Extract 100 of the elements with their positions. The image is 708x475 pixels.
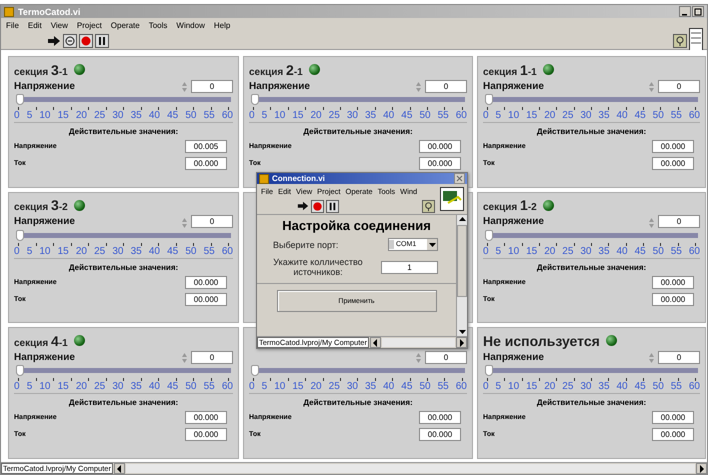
scale-label: 15 — [292, 381, 304, 392]
scale-label: 30 — [580, 381, 592, 392]
menu-item[interactable]: Help — [214, 21, 230, 30]
scale-label: 30 — [346, 381, 358, 392]
scale-label: 55 — [204, 381, 215, 392]
slider-thumb[interactable] — [251, 365, 259, 376]
voltage-setpoint-field[interactable]: 0 — [658, 215, 700, 228]
scale-label: 15 — [526, 381, 538, 392]
scale-label: 20 — [76, 381, 87, 392]
slider-thumb[interactable] — [251, 94, 259, 105]
readings-heading: Действительные значения: — [302, 398, 414, 408]
scroll-right-button[interactable] — [456, 337, 467, 348]
scroll-left-button[interactable] — [370, 337, 381, 348]
scale-label: 5 — [26, 381, 32, 392]
slider-track[interactable] — [251, 94, 465, 105]
voltage-setpoint-field[interactable]: 0 — [658, 80, 700, 92]
voltage-setpoint-field[interactable]: 0 — [658, 350, 700, 364]
scale-label: 35 — [598, 110, 610, 121]
slider-track[interactable] — [16, 94, 231, 105]
menu-item[interactable]: Tools — [148, 21, 168, 30]
scroll-right-button[interactable] — [696, 463, 707, 474]
scale-label: 5 — [26, 110, 32, 121]
voltage-setpoint-field[interactable]: 0 — [191, 80, 233, 92]
scale-label: 45 — [167, 246, 178, 257]
left-arrow-icon[interactable] — [372, 338, 378, 346]
scale-label: 10 — [508, 246, 520, 257]
scale-label: 55 — [204, 110, 215, 121]
right-arrow-icon[interactable] — [458, 338, 464, 346]
reading-value: 00.000 — [185, 157, 227, 170]
stop-icon[interactable] — [79, 34, 93, 48]
pause-icon[interactable] — [326, 200, 339, 212]
stop-icon[interactable] — [311, 200, 324, 212]
menu-item[interactable]: Operate — [110, 21, 140, 30]
slider-thumb[interactable] — [485, 230, 493, 241]
scale-label: 5 — [496, 246, 502, 257]
readings-heading: Действительные значения: — [68, 262, 180, 272]
scale-label: 20 — [544, 110, 556, 121]
slider-thumb[interactable] — [485, 365, 493, 376]
scale-label: 0 — [483, 246, 489, 257]
right-arrow-icon[interactable] — [698, 464, 704, 472]
scale-label: 15 — [58, 110, 69, 121]
menu-item[interactable]: Window — [176, 21, 205, 30]
scale-label: 60 — [456, 381, 467, 392]
scale-label: 30 — [580, 110, 592, 121]
scale-label: 25 — [94, 381, 106, 392]
run-arrow-icon[interactable] — [47, 34, 61, 48]
scale-label: 10 — [508, 110, 520, 121]
scale-label: 50 — [185, 381, 196, 392]
scale-label: 20 — [310, 381, 322, 392]
reading-value: 00.000 — [419, 411, 461, 424]
section-title: Не используется — [483, 332, 600, 349]
help-icon[interactable] — [422, 200, 435, 212]
horizontal-scrollbar[interactable] — [126, 464, 695, 473]
scale-label: 40 — [148, 110, 160, 121]
voltage-label: Напряжение — [249, 80, 311, 92]
readings-heading: Действительные значения: — [68, 398, 180, 408]
menu-item[interactable]: File — [6, 21, 19, 30]
voltage-setpoint-field[interactable]: 0 — [191, 350, 233, 364]
count-field[interactable]: 1 — [381, 260, 438, 274]
reading-value: 00.000 — [652, 157, 694, 170]
slider-thumb[interactable] — [16, 365, 24, 376]
dropdown-arrow-icon[interactable] — [428, 242, 436, 246]
up-arrow-icon[interactable] — [458, 217, 466, 221]
voltage-label: Напряжение — [14, 216, 76, 228]
reading-value: 00.000 — [419, 140, 461, 153]
scale-label: 60 — [222, 110, 233, 121]
reading-value: 00.005 — [185, 140, 227, 153]
scale-label: 0 — [14, 110, 20, 121]
scale-label: 15 — [58, 246, 69, 257]
scale-label: 20 — [544, 246, 556, 257]
scale-label: 35 — [130, 246, 142, 257]
slider-thumb[interactable] — [485, 94, 493, 105]
scale-label: 55 — [438, 110, 449, 121]
scroll-left-button[interactable] — [114, 463, 125, 474]
run-arrow-icon[interactable] — [297, 200, 309, 212]
reading-value: 00.000 — [185, 276, 227, 289]
pause-icon[interactable] — [95, 34, 109, 48]
vertical-scrollbar[interactable] — [456, 215, 467, 336]
scale-label: 15 — [58, 381, 69, 392]
menu-item[interactable]: Edit — [28, 21, 42, 30]
left-arrow-icon[interactable] — [116, 464, 122, 472]
scale-label: 30 — [346, 110, 358, 121]
readings-heading: Действительные значения: — [536, 262, 648, 272]
scale-label: 40 — [148, 381, 160, 392]
scale-label: 0 — [14, 246, 20, 257]
slider-thumb[interactable] — [16, 230, 24, 241]
menu-item[interactable]: Project — [76, 21, 102, 30]
count-label: Укажите колличество источников: — [272, 257, 364, 277]
section-title: секция 3-1 — [14, 62, 68, 78]
scale-label: 30 — [112, 110, 124, 121]
help-icon[interactable] — [673, 34, 687, 48]
slider-track[interactable] — [485, 94, 698, 105]
voltage-setpoint-field[interactable]: 0 — [425, 80, 467, 92]
voltage-setpoint-field[interactable]: 0 — [191, 215, 233, 228]
down-arrow-icon[interactable] — [458, 330, 466, 334]
voltage-setpoint-field[interactable]: 0 — [425, 350, 467, 364]
slider-thumb[interactable] — [16, 94, 24, 105]
voltage-label: Напряжение — [14, 352, 76, 363]
horizontal-scrollbar[interactable] — [382, 338, 455, 347]
menu-item[interactable]: View — [50, 21, 68, 30]
